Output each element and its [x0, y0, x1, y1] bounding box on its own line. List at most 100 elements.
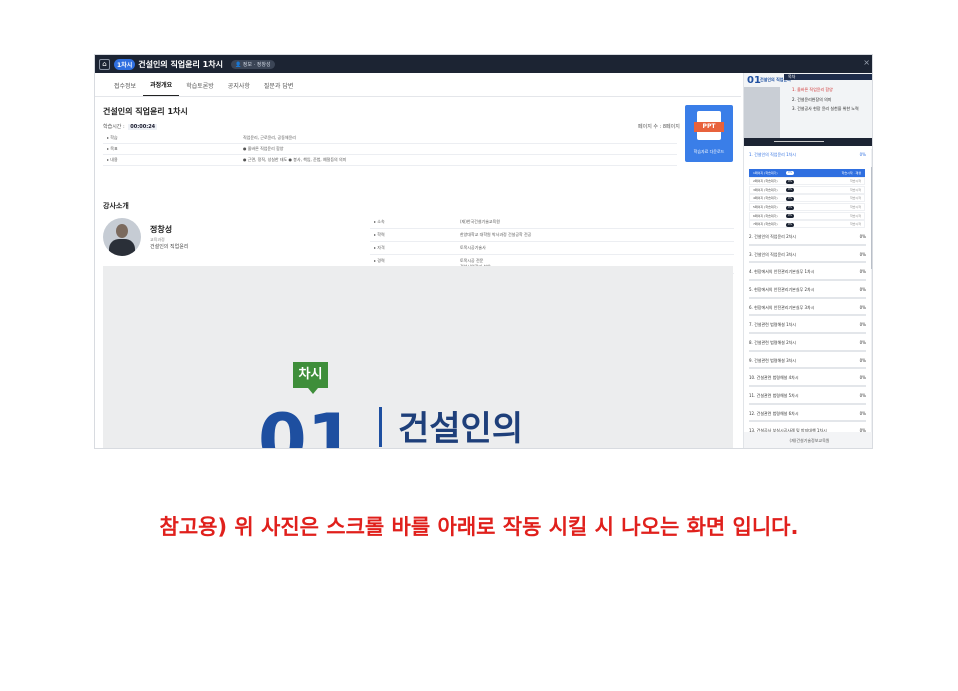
- tab-notice[interactable]: 공지사항: [221, 81, 257, 96]
- course-item[interactable]: 3. 건설인의 직업윤리 3차시 0%: [744, 249, 870, 267]
- page-item-percent: 0%: [786, 196, 794, 201]
- slide-number: 01: [258, 399, 356, 449]
- course-item-percent: 0%: [859, 393, 866, 399]
- page-item[interactable]: 7페이지 (학습대기) 0% 학습시작: [749, 220, 865, 229]
- video-controls[interactable]: [744, 138, 872, 146]
- course-item[interactable]: 7. 건설관련 법령해설 1차시 0%: [744, 319, 870, 337]
- course-progress-track: [749, 402, 866, 405]
- instructor-row: ▸ 소속 (재)한국건설기술교육원: [370, 216, 734, 229]
- course-list: 1. 건설인의 직업윤리 1차시 0% 1페이지 (학습대기) 0% 학습시작 …: [744, 149, 870, 443]
- course-item[interactable]: 10. 건설관련 법령해설 4차시 0%: [744, 372, 870, 390]
- course-item-percent: 0%: [859, 322, 866, 328]
- video-toc-header: 목차: [784, 74, 872, 80]
- course-item-name: 12. 건설관련 법령해설 6차시: [749, 410, 799, 416]
- page-item-percent: 0%: [786, 171, 794, 176]
- info-label: ▸ 목표: [107, 146, 118, 151]
- course-item[interactable]: 6. 현장에서의 안전관리기본실무 3차시 0%: [744, 302, 870, 320]
- page-item[interactable]: 4페이지 (학습대기) 0% 학습시작: [749, 194, 865, 203]
- tab-info[interactable]: 접수정보: [107, 81, 143, 96]
- course-progress-track: [749, 367, 866, 370]
- course-item-name: 2. 건설인의 직업윤리 2차시: [749, 233, 796, 239]
- scrollbar-thumb[interactable]: [871, 167, 872, 269]
- course-item[interactable]: 2. 건설인의 직업윤리 2차시 0%: [744, 231, 870, 249]
- course-item-percent: 0%: [859, 233, 866, 239]
- video-toc-item: 3. 건설공사 현장 윤리 실천을 위한 노력: [792, 106, 859, 111]
- page-item-percent: 0%: [786, 179, 794, 184]
- page-item[interactable]: 5페이지 (학습대기) 0% 학습시작: [749, 203, 865, 212]
- study-time-value: 00:00:24: [128, 124, 158, 130]
- info-row: ▸ 목표 ● 올바른 직업윤리 함양: [103, 144, 677, 155]
- page-item-name: 5페이지 (학습대기): [753, 205, 778, 210]
- course-item[interactable]: 1. 건설인의 직업윤리 1차시 0%: [744, 149, 870, 167]
- chasi-label: 차시: [293, 362, 328, 388]
- course-item[interactable]: 5. 현장에서의 안전관리기본실무 2차시 0%: [744, 284, 870, 302]
- course-item-name: 3. 건설인의 직업윤리 3차시: [749, 251, 796, 257]
- course-item-percent: 0%: [859, 357, 866, 363]
- page-item-name: 3페이지 (학습대기): [753, 187, 778, 192]
- slide-divider: [379, 407, 382, 447]
- info-value: ● 올바른 직업윤리 함양: [243, 146, 284, 151]
- ppt-download-button[interactable]: PPT 학습자료 다운로드: [685, 105, 733, 162]
- instructor-value: (재)한국건설기술교육원: [460, 219, 500, 224]
- side-panel: 01 건설인의 직업윤리 목차 1. 올바른 직업윤리 함양 2. 건설윤리헌장…: [743, 73, 872, 448]
- instructor-label: ▸ 자격: [374, 245, 385, 250]
- page-item-percent: 0%: [786, 188, 794, 193]
- course-item-name: 7. 건설관련 법령해설 1차시: [749, 322, 796, 328]
- info-value: ● 근면, 정직, 성실한 태도 ● 봉사, 책임, 준법, 예절등의 의미: [243, 157, 347, 162]
- page-count: 페이지 수 : 8페이지: [638, 124, 680, 130]
- course-item-percent: 0%: [859, 286, 866, 292]
- study-time: 학습시간 : 00:00:24: [103, 123, 158, 130]
- course-progress-track: [749, 331, 866, 334]
- course-item-name: 4. 현장에서의 안전관리기본실무 1차시: [749, 269, 815, 275]
- page-item[interactable]: 1페이지 (학습대기) 0% 학습시작 · 재생: [749, 168, 865, 177]
- top-bar: ⌂ 1차시 건설인의 직업윤리 1차시 👤 정보 · 정창성 ×: [95, 55, 872, 73]
- course-item-percent: 0%: [859, 304, 866, 310]
- course-item[interactable]: 9. 건설관련 법령해설 3차시 0%: [744, 355, 870, 373]
- info-label: ▸ 학습: [107, 135, 118, 140]
- close-icon[interactable]: ×: [863, 58, 870, 67]
- instructor-label: ▸ 소속: [374, 219, 385, 224]
- video-progress-bar[interactable]: [774, 141, 824, 142]
- page-item[interactable]: 3페이지 (학습대기) 0% 학습시작: [749, 185, 865, 194]
- course-item[interactable]: 11. 건설관련 법령해설 5차시 0%: [744, 390, 870, 408]
- chasi-tail: [308, 388, 318, 394]
- page-item-status: 학습시작: [849, 205, 861, 210]
- instructor-name: 정창성: [150, 225, 173, 234]
- course-item[interactable]: 12. 건설관련 법령해설 6차시 0%: [744, 408, 870, 426]
- page-item-status: 학습시작: [849, 222, 861, 227]
- page-item-name: 7페이지 (학습대기): [753, 222, 778, 227]
- avatar-body: [109, 239, 135, 256]
- page-item[interactable]: 6페이지 (학습대기) 0% 학습시작: [749, 211, 865, 220]
- instructor-value-line: 토목시공 전문: [460, 258, 484, 263]
- page-item[interactable]: 2페이지 (학습대기) 0% 학습시작: [749, 177, 865, 186]
- slide-title: 건설인의: [398, 409, 524, 449]
- course-item-percent: 0%: [859, 375, 866, 381]
- slide-preview: 차시 01 건설인의: [103, 266, 733, 449]
- page-item-name: 2페이지 (학습대기): [753, 179, 778, 184]
- course-item-percent: 0%: [859, 339, 866, 345]
- page-item-status: 학습시작: [849, 179, 861, 184]
- video-chapter-number: 01: [747, 75, 761, 86]
- page-item-name: 4페이지 (학습대기): [753, 196, 778, 201]
- course-item-name: 8. 건설관련 법령해설 2차시: [749, 339, 796, 345]
- course-info-table: ▸ 학습 직업윤리, 근로윤리, 공동체윤리 ▸ 목표 ● 올바른 직업윤리 함…: [103, 133, 677, 166]
- page-item-status: 학습시작: [849, 213, 861, 218]
- avatar: [103, 218, 141, 256]
- tab-qna[interactable]: 질문과 답변: [257, 81, 301, 96]
- tab-bar: 접수정보 과정개요 학습토론방 공지사항 질문과 답변: [95, 73, 741, 97]
- course-item[interactable]: 4. 현장에서의 안전관리기본실무 1차시 0%: [744, 266, 870, 284]
- tab-overview[interactable]: 과정개요: [143, 80, 180, 96]
- page-item-status: 학습시작 · 재생: [841, 170, 861, 175]
- reference-note: 참고용) 위 사진은 스크롤 바를 아래로 작동 시킬 시 나오는 화면 입니다…: [159, 515, 799, 539]
- window-title: 건설인의 직업윤리 1차시: [138, 59, 223, 69]
- home-icon[interactable]: ⌂: [99, 58, 110, 70]
- page-item-percent: 0%: [786, 222, 794, 227]
- video-player[interactable]: 01 건설인의 직업윤리 목차 1. 올바른 직업윤리 함양 2. 건설윤리헌장…: [744, 73, 872, 146]
- course-item[interactable]: 8. 건설관련 법령해설 2차시 0%: [744, 337, 870, 355]
- instructor-row: ▸ 자격 토목시공기술사: [370, 242, 734, 255]
- main-content: 접수정보 과정개요 학습토론방 공지사항 질문과 답변 건설인의 직업윤리 1차…: [95, 73, 741, 449]
- video-toc-item: 1. 올바른 직업윤리 함양: [792, 87, 833, 92]
- instructor-row: ▸ 학력 한양대학교 대학원 박사과정 건설공학 전공: [370, 229, 734, 242]
- course-item-name: 10. 건설관련 법령해설 4차시: [749, 375, 799, 381]
- tab-discussion[interactable]: 학습토론방: [179, 81, 221, 96]
